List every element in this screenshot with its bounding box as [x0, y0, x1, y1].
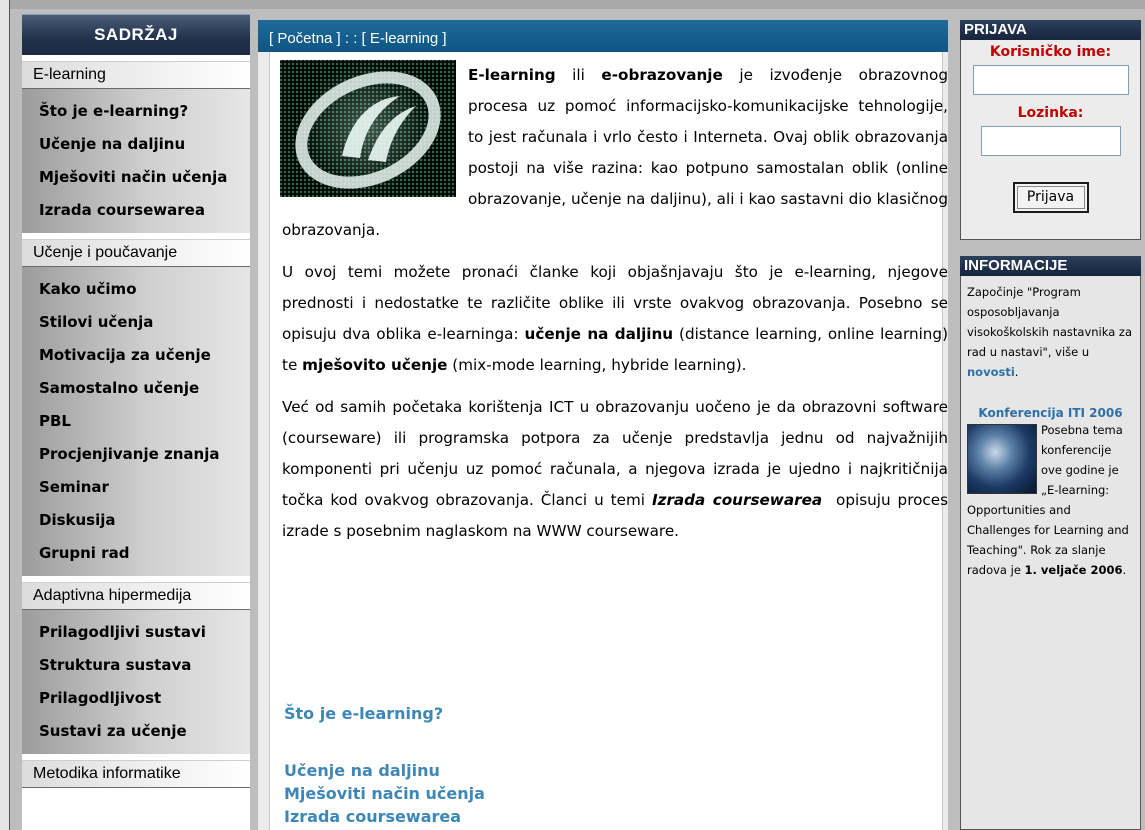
sidebar-item-prilagodljivost[interactable]: Prilagodljivost	[22, 682, 250, 715]
sidebar-item-prilagodljivi-sustavi[interactable]: Prilagodljivi sustavi	[22, 616, 250, 649]
sidebar-item-motivacija[interactable]: Motivacija za učenje	[22, 339, 250, 372]
sidebar-item-sto-je-e-learning[interactable]: Što je e-learning?	[22, 95, 250, 128]
section-items: Kako učimo Stilovi učenja Motivacija za …	[22, 267, 250, 576]
password-label: Lozinka:	[1017, 105, 1084, 121]
link-sto-je-e-learning[interactable]: Što je e-learning?	[284, 702, 924, 725]
text: ili	[555, 66, 602, 84]
right-column: PRIJAVA Korisničko ime: Lozinka: Prijava…	[958, 20, 1145, 830]
info-box: INFORMACIJE Započinje "Program osposoblj…	[960, 256, 1141, 830]
login-title: PRIJAVA	[960, 20, 1141, 40]
sidebar-item-kako-ucimo[interactable]: Kako učimo	[22, 273, 250, 306]
paragraph-courseware: Već od samih početaka korištenja ICT u o…	[282, 392, 948, 547]
text: .	[1122, 563, 1127, 577]
article-text: E-learning ili e-obrazovanje je izvođenj…	[280, 60, 948, 558]
username-input[interactable]	[972, 65, 1129, 95]
globe-icon	[967, 424, 1037, 494]
sidebar-item-sustavi-za-ucenje[interactable]: Sustavi za učenje	[22, 715, 250, 748]
sidebar-item-seminar[interactable]: Seminar	[22, 471, 250, 504]
username-label: Korisničko ime:	[989, 44, 1112, 60]
section-e-learning[interactable]: E-learning	[22, 61, 250, 89]
sidebar-item-struktura-sustava[interactable]: Struktura sustava	[22, 649, 250, 682]
logo-swirl-icon	[295, 71, 441, 189]
sidebar-item-mjesoviti-nacin[interactable]: Mješoviti način učenja	[22, 161, 250, 194]
section-items: Što je e-learning? Učenje na daljinu Mje…	[22, 89, 250, 233]
sidebar-item-grupni-rad[interactable]: Grupni rad	[22, 537, 250, 570]
top-border	[10, 0, 1145, 9]
login-box: PRIJAVA Korisničko ime: Lozinka: Prijava	[960, 20, 1141, 240]
conference-text: Posebna tema konferencije ove godine je …	[961, 420, 1140, 580]
paragraph-topic: U ovoj temi možete pronaći članke koji o…	[282, 257, 948, 381]
link-ucenje-na-daljinu[interactable]: Učenje na daljinu	[284, 759, 924, 782]
sidebar-item-procjenjivanje-znanja[interactable]: Procjenjivanje znanja	[22, 438, 250, 471]
login-button[interactable]: Prijava	[1012, 182, 1089, 213]
password-input[interactable]	[980, 126, 1121, 156]
term-e-obrazovanje: e-obrazovanje	[601, 66, 723, 84]
breadcrumb[interactable]: [ Početna ] : : [ E-learning ]	[258, 20, 948, 52]
article-links: Što je e-learning?	[284, 702, 924, 725]
window-left-edge	[0, 0, 10, 830]
sidebar-item-samostalno-ucenje[interactable]: Samostalno učenje	[22, 372, 250, 405]
term-ucenje-na-daljinu: učenje na daljinu	[524, 325, 674, 343]
news-link[interactable]: novosti	[967, 365, 1015, 379]
sidebar-item-izrada-coursewarea[interactable]: Izrada coursewarea	[22, 194, 250, 227]
sidebar-item-diskusija[interactable]: Diskusija	[22, 504, 250, 537]
article-panel: E-learning ili e-obrazovanje je izvođenj…	[269, 52, 948, 830]
text: .	[1014, 365, 1019, 379]
section-items: Prilagodljivi sustavi Struktura sustava …	[22, 610, 250, 754]
sidebar-item-ucenje-na-daljinu[interactable]: Učenje na daljinu	[22, 128, 250, 161]
e-learning-logo	[280, 60, 456, 197]
section-ucenje-i-poucavanje[interactable]: Učenje i poučavanje	[22, 239, 250, 267]
term-e-learning: E-learning	[468, 66, 556, 84]
link-mjesoviti-nacin-ucenja[interactable]: Mješoviti način učenja	[284, 782, 924, 805]
article-links: Učenje na daljinu Mješoviti način učenja…	[284, 759, 924, 828]
sidebar-item-pbl[interactable]: PBL	[22, 405, 250, 438]
text: Započinje "Program osposobljavanja visok…	[967, 285, 1132, 359]
info-text: Započinje "Program osposobljavanja visok…	[961, 276, 1140, 382]
section-adaptivna-hipermedija[interactable]: Adaptivna hipermedija	[22, 582, 250, 610]
term-mjesovito-ucenje: mješovito učenje	[302, 356, 448, 374]
sidebar-title: SADRŽAJ	[22, 14, 250, 55]
term-izrada-coursewarea: Izrada coursewarea	[651, 491, 823, 509]
main-content: [ Početna ] : : [ E-learning ] E-learnin…	[258, 20, 948, 830]
link-izrada-coursewarea[interactable]: Izrada coursewarea	[284, 805, 924, 828]
info-title: INFORMACIJE	[960, 256, 1141, 276]
deadline: 1. veljače 2006	[1024, 563, 1123, 577]
sidebar: SADRŽAJ E-learning Što je e-learning? Uč…	[22, 14, 250, 830]
section-metodika-informatike[interactable]: Metodika informatike	[22, 760, 250, 788]
sidebar-item-stilovi-ucenja[interactable]: Stilovi učenja	[22, 306, 250, 339]
conference-title[interactable]: Konferencija ITI 2006	[961, 406, 1140, 420]
text: (mix-mode learning, hybride learning).	[447, 356, 747, 374]
